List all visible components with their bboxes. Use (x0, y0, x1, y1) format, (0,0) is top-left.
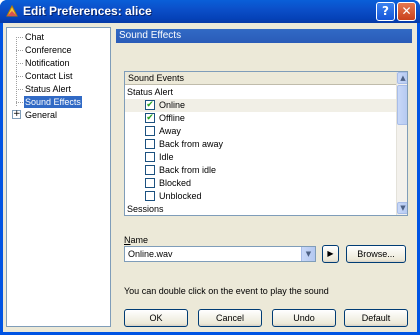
scroll-up-icon[interactable]: ▲ (397, 72, 407, 84)
event-row-online[interactable]: ✔ Online (125, 99, 397, 112)
blocked-checkbox[interactable] (145, 178, 155, 188)
event-label: Idle (159, 152, 174, 162)
idle-checkbox[interactable] (145, 152, 155, 162)
tree-item-status-alert[interactable]: Status Alert (24, 83, 72, 95)
chevron-down-icon[interactable]: ▼ (301, 247, 315, 261)
tree-item-sound-effects[interactable]: Sound Effects (24, 96, 82, 108)
event-row-away[interactable]: Away (125, 125, 397, 138)
event-label: Back from idle (159, 165, 217, 175)
event-row-offline[interactable]: ✔ Offline (125, 112, 397, 125)
unblocked-checkbox[interactable] (145, 191, 155, 201)
event-row-unblocked[interactable]: Unblocked (125, 190, 397, 203)
tree-item-general[interactable]: General (24, 109, 58, 121)
tree-connector (16, 102, 23, 103)
close-button[interactable]: ✕ (397, 2, 416, 21)
sound-events-list[interactable]: Sound Events Status Alert ✔ Online ✔ Off… (124, 71, 408, 216)
expand-plus-icon[interactable]: + (12, 110, 21, 119)
tree-item-notification[interactable]: Notification (24, 57, 71, 69)
hint-text: You can double click on the event to pla… (124, 286, 329, 296)
online-checkbox[interactable]: ✔ (145, 100, 155, 110)
list-column-header[interactable]: Sound Events (125, 72, 397, 85)
event-label: Online (159, 100, 186, 110)
name-label-rest: ame (130, 235, 149, 245)
back-from-away-checkbox[interactable] (145, 139, 155, 149)
tree-item-conference[interactable]: Conference (24, 44, 73, 56)
scroll-down-icon[interactable]: ▼ (397, 202, 407, 214)
scroll-thumb[interactable] (397, 85, 407, 125)
ok-button[interactable]: OK (124, 309, 188, 327)
tree-connector (16, 63, 23, 64)
back-from-idle-checkbox[interactable] (145, 165, 155, 175)
event-row-blocked[interactable]: Blocked (125, 177, 397, 190)
play-button[interactable]: ▶ (322, 245, 339, 263)
browse-button[interactable]: Browse... (346, 245, 406, 263)
event-row-back-from-away[interactable]: Back from away (125, 138, 397, 151)
tree-connector (16, 37, 23, 38)
event-row-idle[interactable]: Idle (125, 151, 397, 164)
tree-item-chat[interactable]: Chat (24, 31, 45, 43)
sound-file-value: Online.wav (128, 249, 173, 259)
title-bar[interactable]: Edit Preferences: alice ? ✕ (0, 0, 420, 23)
default-button[interactable]: Default (344, 309, 408, 327)
event-label: Away (159, 126, 181, 136)
preferences-window: Edit Preferences: alice ? ✕ Chat Confere… (0, 0, 420, 335)
event-label: Unblocked (159, 191, 202, 201)
event-row-back-from-idle[interactable]: Back from idle (125, 164, 397, 177)
event-label: Blocked (159, 178, 192, 188)
vertical-scrollbar[interactable]: ▲ ▼ (396, 72, 407, 215)
category-tree[interactable]: Chat Conference Notification Contact Lis… (6, 27, 111, 327)
tree-connector-line (16, 37, 17, 106)
tree-connector (16, 89, 23, 90)
group-sessions[interactable]: Sessions (125, 203, 397, 215)
group-status-alert[interactable]: Status Alert (125, 86, 397, 99)
tree-item-contact-list[interactable]: Contact List (24, 70, 74, 82)
event-label: Back from away (159, 139, 224, 149)
app-icon (6, 4, 18, 17)
sound-file-select[interactable]: Online.wav ▼ (124, 246, 316, 262)
panel-title: Sound Effects (116, 29, 412, 43)
undo-button[interactable]: Undo (272, 309, 336, 327)
offline-checkbox[interactable]: ✔ (145, 113, 155, 123)
tree-connector (16, 76, 23, 77)
help-button[interactable]: ? (376, 2, 395, 21)
tree-connector (16, 50, 23, 51)
away-checkbox[interactable] (145, 126, 155, 136)
dialog-client-area: Chat Conference Notification Contact Lis… (3, 23, 417, 332)
event-label: Offline (159, 113, 185, 123)
name-label: Name (124, 235, 148, 245)
cancel-button[interactable]: Cancel (198, 309, 262, 327)
window-title: Edit Preferences: alice (23, 4, 152, 18)
